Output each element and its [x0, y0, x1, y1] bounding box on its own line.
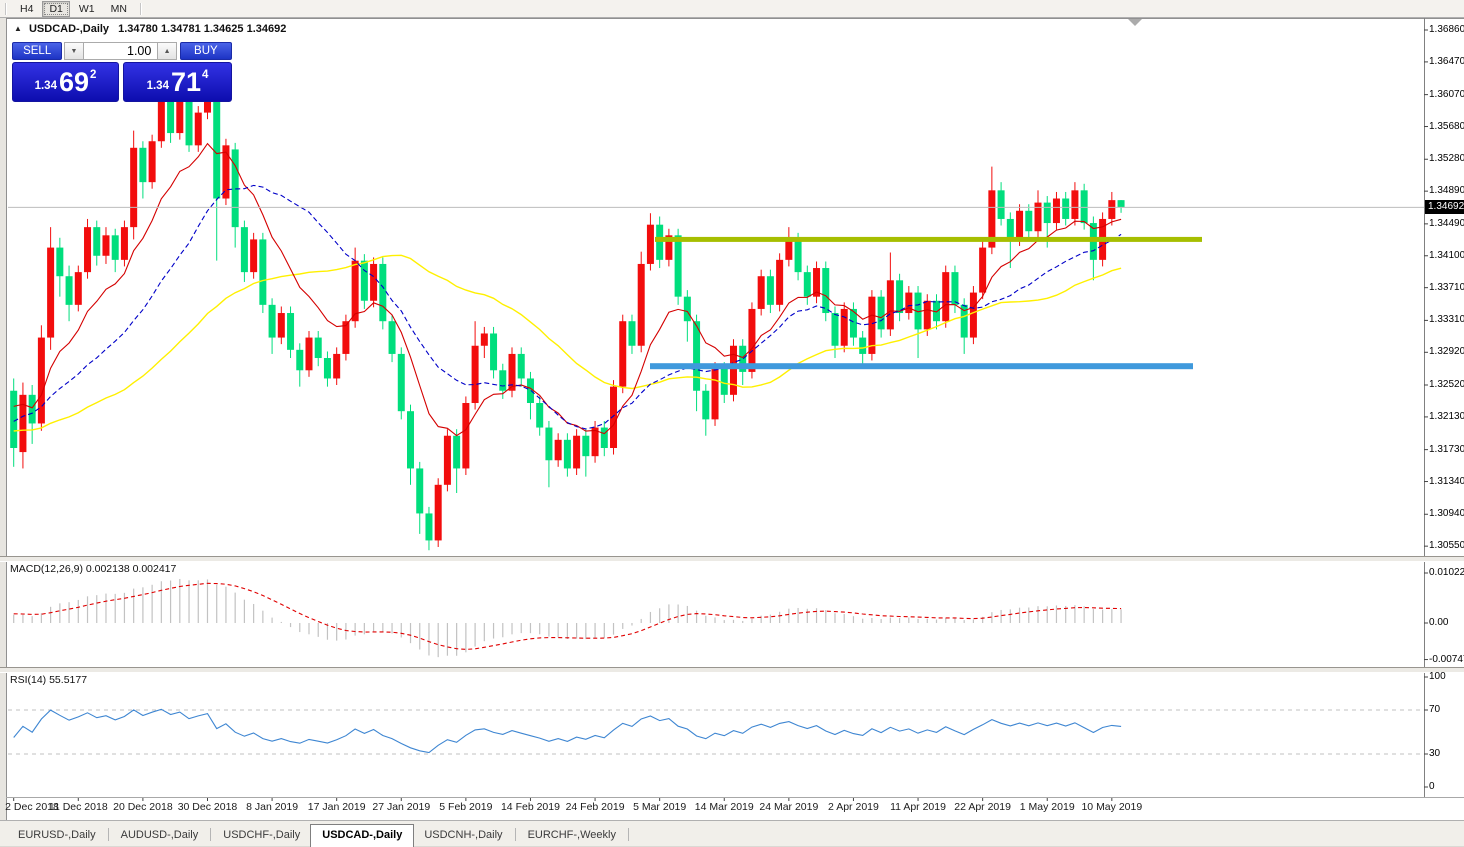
- price-axis-label: 1.33710: [1429, 282, 1464, 293]
- date-axis-label: 8 Jan 2019: [246, 801, 298, 813]
- price-axis-label: 1.34890: [1429, 185, 1464, 196]
- date-axis-label: 30 Dec 2018: [178, 801, 238, 813]
- volume-up-button[interactable]: ▲: [157, 42, 176, 60]
- date-axis-label: 14 Mar 2019: [695, 801, 754, 813]
- tab-separator: [515, 828, 516, 841]
- timeframe-d1-button[interactable]: D1: [42, 1, 69, 17]
- buy-button[interactable]: BUY: [180, 42, 232, 60]
- sell-button[interactable]: SELL: [12, 42, 62, 60]
- date-axis-label: 17 Jan 2019: [308, 801, 366, 813]
- buy-price-sup: 4: [202, 69, 208, 81]
- macd-axis-label: 0.010229: [1429, 567, 1464, 578]
- chart-tab-audusd[interactable]: AUDUSD-,Daily: [111, 825, 209, 846]
- date-axis-label: 10 May 2019: [1081, 801, 1142, 813]
- sell-quote-button[interactable]: 1.34 69 2: [12, 62, 119, 102]
- date-axis-label: 5 Mar 2019: [633, 801, 686, 813]
- chart-tab-eurusd[interactable]: EURUSD-,Daily: [8, 825, 106, 846]
- price-axis-label: 1.32920: [1429, 346, 1464, 357]
- buy-price-big: 71: [171, 67, 201, 98]
- toolbar-separator: [140, 3, 142, 15]
- timeframe-w1-button[interactable]: W1: [72, 1, 102, 17]
- date-axis-label: 24 Feb 2019: [566, 801, 625, 813]
- buy-quote-button[interactable]: 1.34 71 4: [123, 62, 232, 102]
- chart-window[interactable]: [6, 18, 1464, 820]
- macd-axis-label: -0.007477: [1429, 654, 1464, 665]
- one-click-trade-panel: SELL ▼ 1.00 ▲ BUY 1.34 69 2 1.34 71 4: [12, 42, 232, 102]
- price-axis-label: 1.32130: [1429, 411, 1464, 422]
- date-axis-label: 20 Dec 2018: [113, 801, 173, 813]
- symbol-title: USDCAD-,Daily: [29, 23, 109, 35]
- chart-tab-eurchf[interactable]: EURCHF-,Weekly: [518, 825, 626, 846]
- price-axis-label: 1.36070: [1429, 89, 1464, 100]
- scroll-to-end-icon[interactable]: [1128, 19, 1142, 26]
- date-axis-label: 2 Apr 2019: [828, 801, 879, 813]
- collapse-arrow-icon[interactable]: ▲: [14, 24, 22, 33]
- rsi-axis-label: 70: [1429, 704, 1440, 715]
- volume-input[interactable]: 1.00: [84, 42, 158, 60]
- timeframe-toolbar: H4D1W1MN: [0, 0, 1464, 18]
- rsi-label: RSI(14) 55.5177: [10, 674, 87, 686]
- price-axis-label: 1.30940: [1429, 508, 1464, 519]
- pane-divider-rsi[interactable]: [0, 667, 1464, 673]
- chart-tab-usdchf[interactable]: USDCHF-,Daily: [213, 825, 310, 846]
- chart-tab-usdcad[interactable]: USDCAD-,Daily: [310, 824, 414, 847]
- sell-price-big: 69: [59, 67, 89, 98]
- price-axis-label: 1.33310: [1429, 314, 1464, 325]
- tab-separator: [108, 828, 109, 841]
- chart-tabbar: EURUSD-,DailyAUDUSD-,DailyUSDCHF-,DailyU…: [0, 820, 1464, 846]
- price-axis-label: 1.35680: [1429, 121, 1464, 132]
- price-axis-label: 1.36860: [1429, 24, 1464, 35]
- toolbar-separator: [5, 3, 7, 15]
- date-axis-label: 5 Feb 2019: [439, 801, 492, 813]
- price-axis-label: 1.34100: [1429, 250, 1464, 261]
- pane-divider-macd[interactable]: [0, 556, 1464, 562]
- timeframe-mn-button[interactable]: MN: [104, 1, 134, 17]
- sell-price-prefix: 1.34: [35, 80, 57, 92]
- macd-label: MACD(12,26,9) 0.002138 0.002417: [10, 563, 176, 575]
- price-axis-label: 1.32520: [1429, 379, 1464, 390]
- volume-down-button[interactable]: ▼: [64, 42, 83, 60]
- rsi-axis-label: 30: [1429, 748, 1440, 759]
- rsi-axis-label: 0: [1429, 781, 1435, 792]
- date-axis-label: 11 Dec 2018: [49, 801, 108, 813]
- sell-price-sup: 2: [90, 69, 96, 81]
- price-axis-label: 1.35280: [1429, 153, 1464, 164]
- date-axis-label: 24 Mar 2019: [759, 801, 818, 813]
- tab-separator: [628, 828, 629, 841]
- buy-price-prefix: 1.34: [147, 80, 169, 92]
- tab-separator: [210, 828, 211, 841]
- ohlc-values: 1.34780 1.34781 1.34625 1.34692: [118, 23, 286, 35]
- date-axis-label: 1 May 2019: [1020, 801, 1075, 813]
- price-axis-label: 1.34490: [1429, 218, 1464, 229]
- timeframe-h4-button[interactable]: H4: [13, 1, 40, 17]
- chart-tab-usdcnh[interactable]: USDCNH-,Daily: [414, 825, 512, 846]
- macd-axis-label: 0.00: [1429, 617, 1448, 628]
- price-axis-label: 1.31340: [1429, 476, 1464, 487]
- date-axis-border: [6, 797, 1464, 798]
- date-axis-label: 11 Apr 2019: [890, 801, 946, 813]
- timeframe-buttons: H4D1W1MN: [12, 1, 135, 17]
- date-axis-label: 22 Apr 2019: [954, 801, 1011, 813]
- date-axis-label: 27 Jan 2019: [372, 801, 430, 813]
- rsi-axis-label: 100: [1429, 671, 1446, 682]
- price-axis-label: 1.36470: [1429, 56, 1464, 67]
- date-axis-label: 14 Feb 2019: [501, 801, 560, 813]
- chart-title: ▲ USDCAD-,Daily 1.34780 1.34781 1.34625 …: [14, 23, 286, 35]
- price-axis-label: 1.31730: [1429, 444, 1464, 455]
- current-price-tag: 1.34692: [1425, 200, 1464, 214]
- price-axis-label: 1.30550: [1429, 540, 1464, 551]
